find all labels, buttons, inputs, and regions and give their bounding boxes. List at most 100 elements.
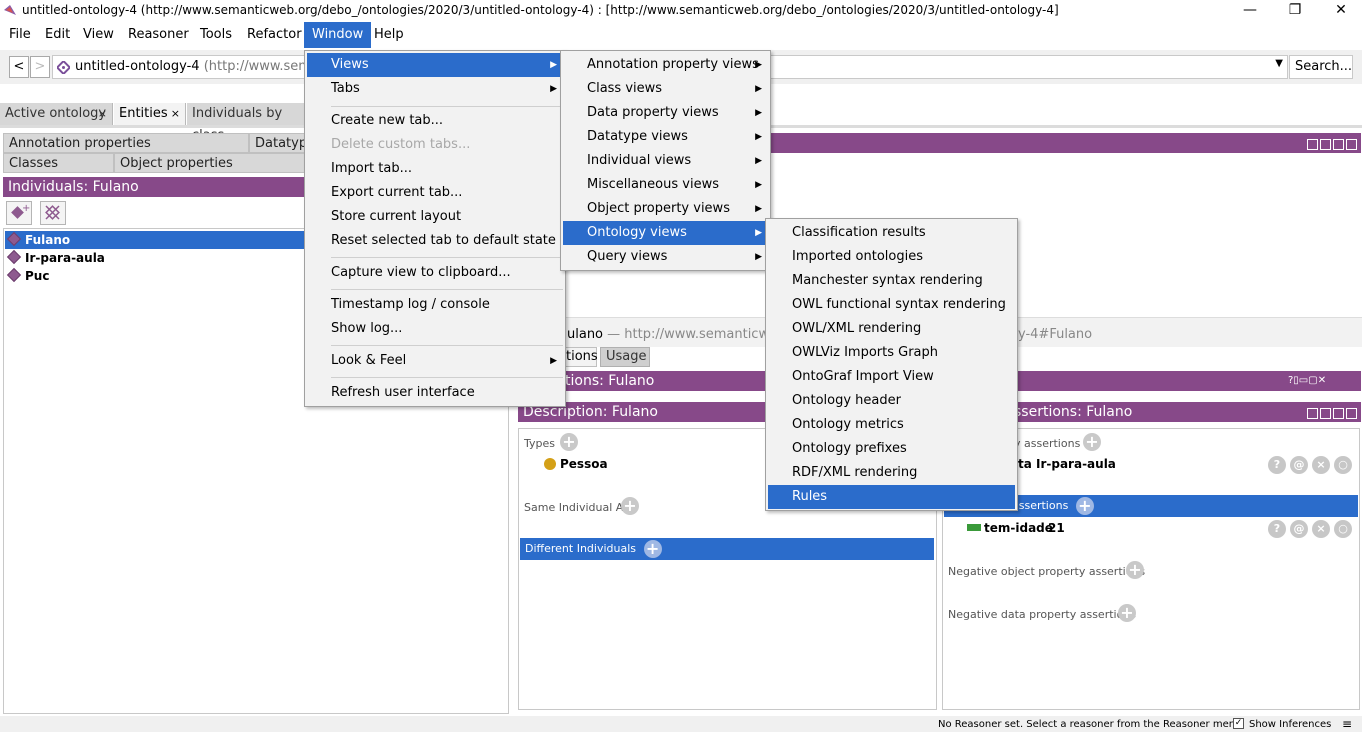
menu-item-owl-functional-rendering[interactable]: OWL functional syntax rendering	[768, 293, 1015, 317]
add-object-assertion-icon[interactable]: +	[1083, 433, 1101, 451]
different-individuals-label: Different Individuals	[525, 542, 637, 555]
list-item[interactable]: Puc	[5, 267, 305, 285]
forward-button[interactable]: >	[30, 56, 50, 78]
add-negative-data-icon[interactable]: +	[1118, 604, 1136, 622]
menu-item-class-views[interactable]: Class views ▶	[563, 77, 768, 101]
entity-name: ulano	[567, 327, 604, 342]
object-property: ta	[1018, 457, 1032, 471]
menu-item-rules[interactable]: Rules	[768, 485, 1015, 509]
menu-item-manchester-rendering[interactable]: Manchester syntax rendering	[768, 269, 1015, 293]
menu-item-create-new-tab[interactable]: Create new tab...	[307, 109, 563, 133]
menu-item-imported-ontologies[interactable]: Imported ontologies	[768, 245, 1015, 269]
menu-item-ontology-header[interactable]: Ontology header	[768, 389, 1015, 413]
menu-item-tabs[interactable]: Tabs ▶	[307, 77, 563, 101]
menu-window[interactable]: Window	[304, 22, 372, 48]
annotate-button[interactable]: @	[1290, 456, 1308, 474]
tab-label: Entities	[119, 106, 168, 121]
show-inferences-checkbox[interactable]: ✓	[1233, 718, 1244, 729]
menu-item-timestamp-log[interactable]: Timestamp log / console	[307, 293, 563, 317]
menu-item-label: Individual views	[587, 153, 692, 168]
subtab-classes[interactable]: Classes	[3, 153, 114, 173]
type-value[interactable]: Pessoa	[560, 457, 608, 471]
add-negative-object-icon[interactable]: +	[1126, 561, 1144, 579]
restore-button[interactable]: ❐	[1272, 0, 1318, 22]
menu-item-capture-view[interactable]: Capture view to clipboard...	[307, 261, 563, 285]
chevron-right-icon: ▶	[550, 356, 557, 366]
view-controls[interactable]	[1305, 405, 1357, 425]
menu-file[interactable]: File	[1, 22, 39, 48]
menu-item-data-property-views[interactable]: Data property views ▶	[563, 101, 768, 125]
view-controls[interactable]	[1305, 136, 1357, 156]
menu-item-ontology-views[interactable]: Ontology views ▶	[563, 221, 768, 245]
menu-item-classification-results[interactable]: Classification results	[768, 221, 1015, 245]
menu-item-datatype-views[interactable]: Datatype views ▶	[563, 125, 768, 149]
subtab-object-properties[interactable]: Object properties	[114, 153, 307, 173]
chevron-right-icon: ▶	[755, 132, 762, 142]
menu-item-rdf-xml-rendering[interactable]: RDF/XML rendering	[768, 461, 1015, 485]
data-property[interactable]: tem-idade	[984, 521, 1053, 535]
menu-item-individual-views[interactable]: Individual views ▶	[563, 149, 768, 173]
menu-item-query-views[interactable]: Query views ▶	[563, 245, 768, 269]
menu-tools[interactable]: Tools	[192, 22, 240, 48]
add-same-individual-icon[interactable]: +	[621, 497, 639, 515]
subtab-datatypes[interactable]: Datatype	[249, 133, 315, 153]
menu-item-annotation-property-views[interactable]: Annotation property views ▶	[563, 53, 768, 77]
menu-item-look-and-feel[interactable]: Look & Feel ▶	[307, 349, 563, 373]
delete-button[interactable]: ×	[1312, 520, 1330, 538]
list-item[interactable]: Ir-para-aula	[5, 249, 305, 267]
add-individual-button[interactable]: +	[6, 201, 32, 225]
menu-item-owlviz-imports-graph[interactable]: OWLViz Imports Graph	[768, 341, 1015, 365]
ontology-name: untitled-ontology-4	[75, 59, 200, 74]
close-icon[interactable]: ×	[171, 103, 180, 125]
menu-item-store-current-layout[interactable]: Store current layout	[307, 205, 563, 229]
menu-icon[interactable]: ≡	[1342, 717, 1352, 731]
chevron-right-icon: ▶	[755, 204, 762, 214]
delete-individual-icon	[45, 205, 60, 220]
menu-item-export-current-tab[interactable]: Export current tab...	[307, 181, 563, 205]
menu-item-views[interactable]: Views ▶	[307, 53, 563, 77]
menu-reasoner[interactable]: Reasoner	[120, 22, 197, 48]
close-icon[interactable]: ×	[98, 103, 107, 125]
object-assertion-value[interactable]: Ir-para-aula	[1036, 457, 1116, 471]
view-controls-icon[interactable]: ?▯▭▢✕	[1288, 375, 1326, 386]
annotate-button[interactable]: @	[1290, 520, 1308, 538]
tab-active-ontology[interactable]: Active ontology ×	[0, 103, 113, 125]
menu-item-import-tab[interactable]: Import tab...	[307, 157, 563, 181]
ontology-icon	[57, 61, 70, 74]
menu-item-ontology-prefixes[interactable]: Ontology prefixes	[768, 437, 1015, 461]
chevron-down-icon[interactable]: ▼	[1275, 58, 1283, 69]
back-button[interactable]: <	[9, 56, 29, 78]
individual-icon	[6, 231, 22, 247]
menu-view[interactable]: View	[75, 22, 122, 48]
menu-item-miscellaneous-views[interactable]: Miscellaneous views ▶	[563, 173, 768, 197]
edit-button[interactable]: ○	[1334, 520, 1352, 538]
explain-button[interactable]: ?	[1268, 520, 1286, 538]
add-type-icon[interactable]: +	[560, 433, 578, 451]
close-button[interactable]: ✕	[1318, 0, 1362, 22]
menu-item-show-log[interactable]: Show log...	[307, 317, 563, 341]
menu-edit[interactable]: Edit	[37, 22, 78, 48]
delete-individual-button[interactable]	[40, 201, 66, 225]
menu-refactor[interactable]: Refactor	[239, 22, 310, 48]
tab-usage[interactable]: Usage	[600, 347, 650, 367]
menu-help[interactable]: Help	[366, 22, 412, 48]
list-item[interactable]: Fulano	[5, 231, 305, 249]
tab-entities[interactable]: Entities ×	[114, 103, 186, 125]
different-individuals-bar: Different Individuals +	[520, 538, 934, 560]
add-different-individual-icon[interactable]: +	[643, 540, 662, 558]
menu-item-ontology-metrics[interactable]: Ontology metrics	[768, 413, 1015, 437]
search-button[interactable]: Search...	[1289, 55, 1353, 79]
tab-individuals-by-class[interactable]: Individuals by class	[187, 103, 305, 143]
subtab-annotation-properties[interactable]: Annotation properties	[3, 133, 249, 153]
menu-item-refresh-ui[interactable]: Refresh user interface	[307, 381, 563, 405]
add-data-assertion-icon[interactable]: +	[1075, 497, 1094, 515]
edit-button[interactable]: ○	[1334, 456, 1352, 474]
menu-item-reset-tab[interactable]: Reset selected tab to default state	[307, 229, 563, 253]
explain-button[interactable]: ?	[1268, 456, 1286, 474]
minimize-button[interactable]: —	[1227, 0, 1273, 22]
delete-button[interactable]: ×	[1312, 456, 1330, 474]
menu-item-owl-xml-rendering[interactable]: OWL/XML rendering	[768, 317, 1015, 341]
menu-item-object-property-views[interactable]: Object property views ▶	[563, 197, 768, 221]
menu-item-ontograf-import-view[interactable]: OntoGraf Import View	[768, 365, 1015, 389]
menu-item-label: Look & Feel	[331, 353, 407, 368]
